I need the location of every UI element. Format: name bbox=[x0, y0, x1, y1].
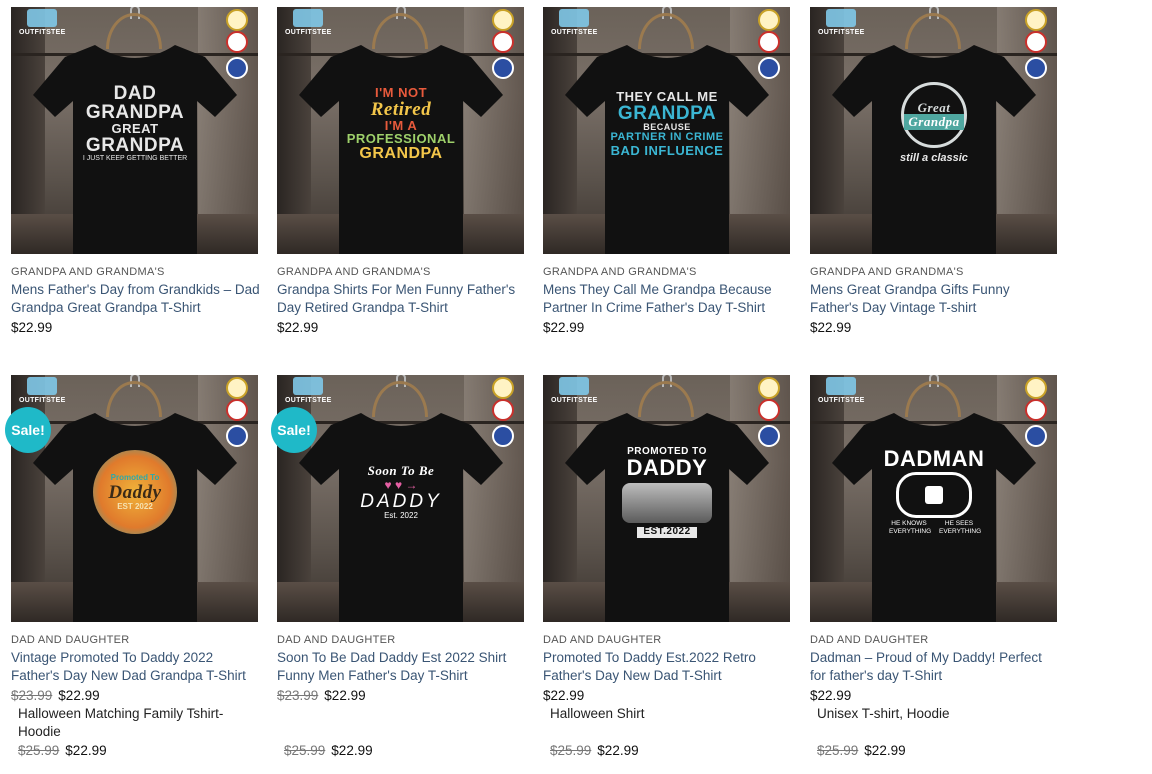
product-image[interactable]: OUTFITSTEE PROMOTED TO DADDY EST.2022 bbox=[543, 375, 790, 622]
product-image[interactable]: OUTFITSTEE Soon To Be ♥ ♥ → DADDY Est. 2… bbox=[277, 375, 524, 622]
sale-badge: Sale! bbox=[271, 407, 317, 453]
usa-flag-icon bbox=[492, 57, 514, 79]
brand-name: OUTFITSTEE bbox=[19, 397, 66, 404]
batman-mask-icon bbox=[896, 472, 972, 519]
shipping-badge-icon bbox=[1025, 399, 1047, 421]
product-title-link[interactable]: Dadman – Proud of My Daddy! Perfect for … bbox=[810, 649, 1060, 685]
product-image[interactable]: OUTFITSTEE DADMAN HE KNOWS EVERYTHING HE… bbox=[810, 375, 1057, 622]
quality-badge-icon bbox=[758, 377, 780, 399]
extra-product-title[interactable]: Halloween Shirt bbox=[550, 705, 790, 723]
brand-name: OUTFITSTEE bbox=[285, 397, 332, 404]
product-title-link[interactable]: Promoted To Daddy Est.2022 Retro Father'… bbox=[543, 649, 793, 685]
extra-product-price: $25.99 $22.99 bbox=[284, 743, 373, 758]
product-price: $22.99 bbox=[810, 320, 852, 335]
shirt-print: DADMAN HE KNOWS EVERYTHING HE SEES EVERY… bbox=[883, 446, 985, 535]
usa-flag-icon bbox=[1025, 57, 1047, 79]
brand-name: OUTFITSTEE bbox=[818, 397, 865, 404]
shipping-badge-icon bbox=[758, 399, 780, 421]
shipping-badge-icon bbox=[492, 399, 514, 421]
product-title-link[interactable]: Mens They Call Me Grandpa Because Partne… bbox=[543, 281, 793, 317]
brand-name: OUTFITSTEE bbox=[19, 29, 66, 36]
usa-flag-icon bbox=[758, 57, 780, 79]
extra-product-price: $25.99 $22.99 bbox=[817, 743, 906, 758]
quality-badge-icon bbox=[1025, 9, 1047, 31]
quality-badge-icon bbox=[492, 377, 514, 399]
shipping-badge-icon bbox=[226, 31, 248, 53]
product-price: $22.99 bbox=[543, 688, 585, 703]
brand-name: OUTFITSTEE bbox=[551, 29, 598, 36]
product-category[interactable]: DAD AND DAUGHTER bbox=[11, 634, 129, 646]
quality-badge-icon bbox=[1025, 377, 1047, 399]
shirt-print: Soon To Be ♥ ♥ → DADDY Est. 2022 bbox=[360, 462, 442, 520]
usa-flag-icon bbox=[758, 425, 780, 447]
brand-logo bbox=[293, 9, 323, 27]
quality-badge-icon bbox=[226, 377, 248, 399]
fist-bump-icon bbox=[622, 483, 712, 523]
product-image[interactable]: OUTFITSTEE Promoted To Daddy EST 2022 bbox=[11, 375, 258, 622]
old-price: $23.99 bbox=[277, 688, 319, 703]
product-category[interactable]: GRANDPA AND GRANDMA'S bbox=[11, 266, 165, 278]
quality-badge-icon bbox=[226, 9, 248, 31]
shipping-badge-icon bbox=[758, 31, 780, 53]
brand-name: OUTFITSTEE bbox=[285, 29, 332, 36]
product-title-link[interactable]: Grandpa Shirts For Men Funny Father's Da… bbox=[277, 281, 527, 317]
brand-name: OUTFITSTEE bbox=[818, 29, 865, 36]
usa-flag-icon bbox=[1025, 425, 1047, 447]
usa-flag-icon bbox=[226, 57, 248, 79]
product-category[interactable]: GRANDPA AND GRANDMA'S bbox=[543, 266, 697, 278]
product-category[interactable]: DAD AND DAUGHTER bbox=[277, 634, 395, 646]
product-price: $23.99 $22.99 bbox=[11, 688, 100, 703]
product-title-link[interactable]: Soon To Be Dad Daddy Est 2022 Shirt Funn… bbox=[277, 649, 527, 685]
product-image[interactable]: OUTFITSTEE DAD GRANDPA GREAT GRANDPA I J… bbox=[11, 7, 258, 254]
product-price: $22.99 bbox=[11, 320, 53, 335]
product-title-link[interactable]: Mens Great Grandpa Gifts Funny Father's … bbox=[810, 281, 1060, 317]
product-image[interactable]: OUTFITSTEE I'M NOT Retired I'M A PROFESS… bbox=[277, 7, 524, 254]
brand-logo bbox=[826, 9, 856, 27]
product-price: $22.99 bbox=[810, 688, 852, 703]
product-category[interactable]: DAD AND DAUGHTER bbox=[543, 634, 661, 646]
extra-product-price: $25.99 $22.99 bbox=[550, 743, 639, 758]
brand-logo bbox=[27, 377, 57, 395]
shipping-badge-icon bbox=[226, 399, 248, 421]
product-category[interactable]: DAD AND DAUGHTER bbox=[810, 634, 928, 646]
hearts-arrow-icon: ♥ ♥ → bbox=[384, 477, 418, 492]
product-price: $22.99 bbox=[277, 320, 319, 335]
product-price: $22.99 bbox=[543, 320, 585, 335]
product-image[interactable]: OUTFITSTEE THEY CALL ME GRANDPA BECAUSE … bbox=[543, 7, 790, 254]
product-image[interactable]: OUTFITSTEE Great Grandpa still a classic bbox=[810, 7, 1057, 254]
brand-logo bbox=[293, 377, 323, 395]
brand-name: OUTFITSTEE bbox=[551, 397, 598, 404]
product-category[interactable]: GRANDPA AND GRANDMA'S bbox=[810, 266, 964, 278]
usa-flag-icon bbox=[492, 425, 514, 447]
shirt-print: Great Grandpa still a classic bbox=[870, 69, 998, 179]
brand-logo bbox=[559, 9, 589, 27]
product-title-link[interactable]: Vintage Promoted To Daddy 2022 Father's … bbox=[11, 649, 261, 685]
shirt-print: Promoted To Daddy EST 2022 bbox=[71, 437, 199, 547]
shirt-print: I'M NOT Retired I'M A PROFESSIONAL GRAND… bbox=[346, 85, 456, 162]
shirt-print: DAD GRANDPA GREAT GRANDPA I JUST KEEP GE… bbox=[82, 83, 188, 163]
quality-badge-icon bbox=[492, 9, 514, 31]
brand-logo bbox=[826, 377, 856, 395]
sale-badge: Sale! bbox=[5, 407, 51, 453]
shipping-badge-icon bbox=[492, 31, 514, 53]
brand-logo bbox=[559, 377, 589, 395]
shipping-badge-icon bbox=[1025, 31, 1047, 53]
product-title-link[interactable]: Mens Father's Day from Grandkids – Dad G… bbox=[11, 281, 261, 317]
old-price: $23.99 bbox=[11, 688, 53, 703]
brand-logo bbox=[27, 9, 57, 27]
extra-product-price: $25.99 $22.99 bbox=[18, 743, 107, 758]
product-category[interactable]: GRANDPA AND GRANDMA'S bbox=[277, 266, 431, 278]
product-price: $23.99 $22.99 bbox=[277, 688, 366, 703]
quality-badge-icon bbox=[758, 9, 780, 31]
usa-flag-icon bbox=[226, 425, 248, 447]
shirt-print: PROMOTED TO DADDY EST.2022 bbox=[603, 437, 731, 547]
extra-product-title[interactable]: Unisex T-shirt, Hoodie bbox=[817, 705, 1057, 723]
extra-product-title[interactable]: Halloween Matching Family Tshirt-Hoodie bbox=[18, 705, 258, 741]
shirt-print: THEY CALL ME GRANDPA BECAUSE PARTNER IN … bbox=[610, 89, 724, 158]
